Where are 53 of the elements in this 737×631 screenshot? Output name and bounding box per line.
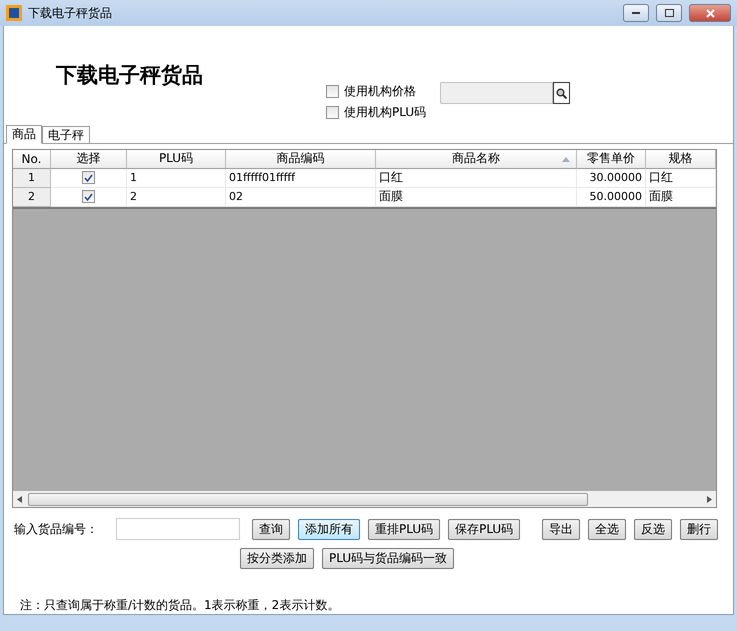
page-heading: 下载电子秤货品 <box>56 61 204 89</box>
column-header[interactable]: PLU码 <box>127 150 226 169</box>
minimize-button[interactable] <box>623 4 649 22</box>
check-icon <box>84 174 93 182</box>
right-arrow-icon[interactable] <box>707 496 712 502</box>
search-field[interactable] <box>440 82 553 104</box>
minimize-icon <box>632 12 640 14</box>
left-arrow-icon[interactable] <box>17 496 22 502</box>
search-icon <box>556 88 567 98</box>
action-button[interactable]: 全选 <box>588 518 626 540</box>
checkbox[interactable] <box>82 190 95 204</box>
checkbox[interactable] <box>326 84 339 98</box>
checkbox[interactable] <box>326 106 339 118</box>
maximize-icon <box>664 9 674 17</box>
row-number: 1 <box>13 168 51 188</box>
sort-icon <box>562 156 570 162</box>
close-icon <box>706 8 714 18</box>
table-cell: 1 <box>127 168 226 188</box>
tab[interactable]: 电子秤 <box>42 126 90 143</box>
maximize-button[interactable] <box>656 4 682 22</box>
search-button[interactable] <box>553 82 570 104</box>
action-button[interactable]: 重排PLU码 <box>368 518 440 540</box>
app-icon <box>6 5 22 21</box>
horizontal-scrollbar[interactable] <box>13 491 716 507</box>
checkbox-label: 使用机构PLU码 <box>344 104 426 120</box>
checkbox-label: 使用机构价格 <box>344 82 416 100</box>
column-header[interactable]: 商品名称 <box>376 150 577 169</box>
input-label: 输入货品编号： <box>14 520 98 538</box>
action-button[interactable]: 添加所有 <box>298 518 360 540</box>
column-header[interactable]: 规格 <box>646 150 716 169</box>
action-button[interactable]: 按分类添加 <box>240 548 314 569</box>
action-button[interactable]: 查询 <box>252 518 290 540</box>
action-button[interactable]: 保存PLU码 <box>448 518 520 540</box>
action-button[interactable]: 反选 <box>634 518 672 540</box>
table-cell: 01fffff01fffff <box>226 168 376 188</box>
row-number: 2 <box>13 188 51 207</box>
column-header[interactable]: 商品编码 <box>226 150 376 169</box>
column-header[interactable]: 选择 <box>51 150 127 169</box>
action-button[interactable]: 导出 <box>542 518 580 540</box>
close-button[interactable] <box>689 4 731 22</box>
action-button[interactable]: PLU码与货品编码一致 <box>322 548 454 569</box>
note-text: 注：只查询属于称重/计数的货品。1表示称重，2表示计数。 <box>20 597 340 614</box>
column-header[interactable]: No. <box>13 150 51 169</box>
check-icon <box>84 192 93 201</box>
table-cell: 口红 <box>646 168 716 188</box>
goods-code-field[interactable] <box>116 518 240 540</box>
table-cell: 30.00000 <box>577 168 646 188</box>
tab[interactable]: 商品 <box>6 124 42 144</box>
action-button[interactable]: 删行 <box>680 518 718 540</box>
window-title: 下载电子秤货品 <box>28 4 113 22</box>
column-header[interactable]: 零售单价 <box>577 150 646 169</box>
table-cell: 口红 <box>376 168 577 188</box>
checkbox[interactable] <box>82 171 95 184</box>
